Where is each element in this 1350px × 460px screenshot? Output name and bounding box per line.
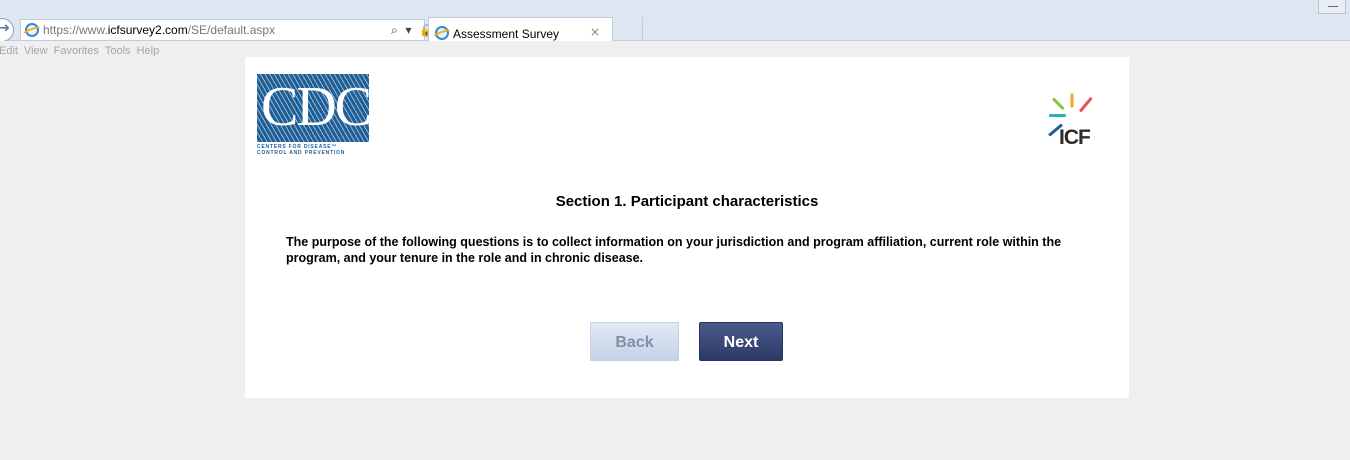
- menu-tools[interactable]: Tools: [105, 45, 131, 57]
- url-prefix: https://www.: [43, 23, 108, 37]
- tab-favicon-icon: [435, 26, 449, 40]
- cdc-logo-text: CDC: [261, 76, 369, 138]
- menu-view[interactable]: View: [24, 45, 48, 57]
- close-tab-icon[interactable]: ×: [590, 25, 600, 39]
- survey-panel: CDC CENTERS FOR DISEASE™ CONTROL AND PRE…: [245, 57, 1129, 398]
- icf-ray-teal: [1049, 114, 1066, 117]
- cdc-logo: CDC CENTERS FOR DISEASE™ CONTROL AND PRE…: [257, 74, 369, 156]
- menu-favorites[interactable]: Favorites: [54, 45, 99, 57]
- cdc-logo-mark: CDC: [257, 74, 369, 142]
- browser-top-strip: [0, 0, 1350, 8]
- url-input[interactable]: https://www.icfsurvey2.com/SE/default.as…: [20, 19, 452, 41]
- minimize-button[interactable]: [1318, 0, 1346, 14]
- icf-ray-red: [1078, 96, 1093, 113]
- browser-address-bar: ➜ https://www.icfsurvey2.com/SE/default.…: [0, 8, 1350, 48]
- menu-bar: Edit View Favorites Tools Help: [0, 41, 1350, 57]
- cdc-caption-line2: CONTROL AND PREVENTION: [257, 150, 346, 156]
- url-text: https://www.icfsurvey2.com/SE/default.as…: [43, 23, 275, 37]
- icf-ray-orange: [1070, 93, 1074, 108]
- ie-icon: [25, 23, 39, 37]
- url-path: /SE/default.aspx: [187, 23, 276, 37]
- arrow-left-icon: ➜: [0, 21, 10, 36]
- back-nav-button[interactable]: ➜: [0, 18, 14, 42]
- minimize-icon: [1328, 6, 1338, 7]
- icf-logo: ICF: [1045, 89, 1105, 149]
- menu-edit[interactable]: Edit: [0, 45, 18, 57]
- cdc-logo-caption: CENTERS FOR DISEASE™ CONTROL AND PREVENT…: [257, 144, 345, 156]
- tab-title: Assessment Survey: [453, 27, 560, 41]
- url-domain: icfsurvey2.com: [107, 23, 188, 37]
- section-intro-text: The purpose of the following questions i…: [286, 235, 1062, 265]
- next-button[interactable]: Next: [699, 322, 783, 361]
- back-button[interactable]: Back: [590, 322, 679, 361]
- menu-help[interactable]: Help: [137, 45, 160, 57]
- section-title: Section 1. Participant characteristics: [555, 193, 819, 210]
- icf-ray-green: [1051, 97, 1065, 111]
- icf-logo-text: ICF: [1059, 126, 1091, 149]
